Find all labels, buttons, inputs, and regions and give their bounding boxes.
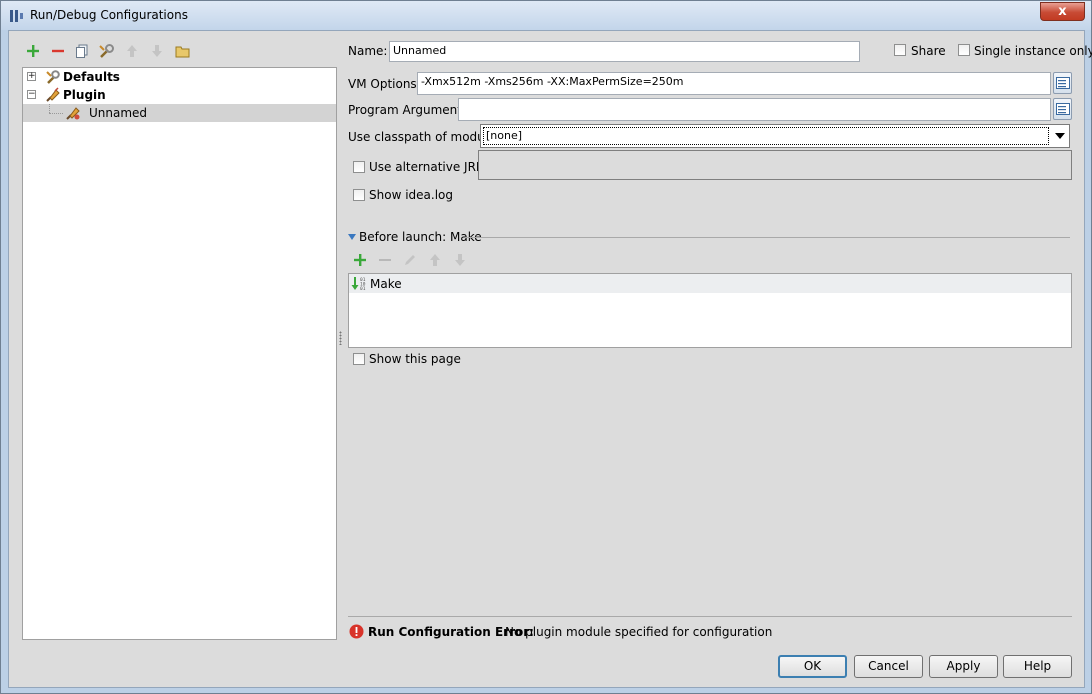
help-button[interactable]: Help	[1003, 655, 1072, 678]
make-icon: 011001	[351, 277, 366, 291]
edit-defaults-icon	[99, 44, 114, 58]
move-task-up-button[interactable]	[426, 251, 444, 269]
add-task-button[interactable]	[351, 251, 369, 269]
tree-guide-line	[49, 113, 63, 114]
expand-icon[interactable]: +	[27, 72, 36, 81]
list-item-label: Make	[370, 277, 402, 291]
remove-configuration-button[interactable]	[49, 42, 67, 60]
classpath-module-label: Use classpath of module:	[348, 130, 500, 144]
plugin-icon	[46, 87, 60, 102]
program-arguments-expand-button[interactable]	[1053, 98, 1072, 120]
error-icon	[349, 624, 364, 639]
tree-item-plugin[interactable]: − Plugin	[23, 86, 336, 104]
plugin-config-icon	[66, 107, 80, 120]
vm-options-label: VM Options:	[348, 77, 421, 91]
collapse-icon[interactable]: −	[27, 90, 36, 99]
dialog-window: Run/Debug Configurations x + Defaults − …	[0, 0, 1092, 694]
move-task-down-button[interactable]	[451, 251, 469, 269]
add-configuration-button[interactable]	[24, 42, 42, 60]
edit-defaults-button[interactable]	[98, 42, 116, 60]
tree-guide-line	[49, 104, 50, 113]
show-idea-log-label: Show idea.log	[369, 188, 453, 202]
svg-text:01: 01	[360, 286, 366, 291]
window-title: Run/Debug Configurations	[30, 8, 188, 22]
program-arguments-field[interactable]	[458, 98, 1051, 121]
remove-icon	[379, 259, 391, 261]
show-idea-log-checkbox[interactable]	[353, 189, 365, 201]
create-folder-button[interactable]	[173, 42, 191, 60]
cancel-button[interactable]: Cancel	[854, 655, 923, 678]
section-divider	[465, 237, 1070, 238]
intellij-app-icon	[9, 8, 25, 24]
tree-item-defaults[interactable]: + Defaults	[23, 68, 336, 86]
splitter-handle[interactable]	[339, 331, 342, 345]
dialog-content: + Defaults − Plugin Unnamed Name: Unname…	[8, 30, 1092, 688]
move-up-button[interactable]	[123, 42, 141, 60]
tree-item-label: Unnamed	[89, 106, 148, 120]
pencil-icon	[405, 255, 415, 265]
close-icon: x	[1058, 4, 1067, 19]
collapse-triangle-icon[interactable]	[348, 234, 356, 240]
share-checkbox[interactable]	[894, 44, 906, 56]
show-this-page-label: Show this page	[369, 352, 461, 366]
copy-configuration-button[interactable]	[73, 42, 91, 60]
expand-editor-icon	[1056, 77, 1070, 89]
move-up-icon	[127, 45, 137, 57]
error-divider	[348, 616, 1072, 617]
name-field[interactable]: Unnamed	[389, 41, 860, 62]
show-this-page-checkbox[interactable]	[353, 353, 365, 365]
list-item[interactable]: 01 10 01 Make	[349, 274, 1071, 293]
tree-item-unnamed[interactable]: Unnamed	[23, 104, 336, 122]
chevron-down-icon	[1055, 133, 1065, 139]
remove-task-button[interactable]	[376, 251, 394, 269]
edit-task-button[interactable]	[401, 251, 419, 269]
vm-options-field[interactable]: -Xmx512m -Xms256m -XX:MaxPermSize=250m	[417, 72, 1051, 95]
apply-button[interactable]: Apply	[929, 655, 998, 678]
wrench-icon	[46, 70, 60, 84]
single-instance-checkbox[interactable]	[958, 44, 970, 56]
title-bar[interactable]: Run/Debug Configurations x	[1, 1, 1091, 30]
share-label: Share	[911, 44, 946, 58]
copy-icon	[76, 44, 88, 58]
before-launch-list[interactable]: 01 10 01 Make	[348, 273, 1072, 348]
vm-options-expand-button[interactable]	[1053, 72, 1072, 94]
move-down-icon	[152, 45, 162, 57]
before-launch-header[interactable]: Before launch: Make	[359, 230, 482, 244]
configuration-tree[interactable]: + Defaults − Plugin Unnamed	[22, 67, 337, 640]
remove-icon	[52, 49, 64, 53]
alternative-jre-checkbox[interactable]	[353, 161, 365, 173]
program-arguments-label: Program Arguments:	[348, 103, 473, 117]
add-icon	[27, 45, 39, 57]
folder-icon	[175, 46, 189, 57]
move-down-button[interactable]	[148, 42, 166, 60]
single-instance-label: Single instance only	[974, 44, 1092, 58]
expand-editor-icon	[1056, 103, 1070, 115]
error-message: No plugin module specified for configura…	[505, 625, 773, 639]
name-label: Name:	[348, 44, 388, 58]
tree-item-label: Defaults	[63, 70, 120, 84]
move-up-icon	[430, 254, 440, 266]
close-button[interactable]: x	[1040, 2, 1085, 21]
add-icon	[354, 254, 366, 266]
classpath-module-value: [none]	[483, 127, 1049, 145]
alternative-jre-label: Use alternative JRE:	[369, 160, 488, 174]
ok-button[interactable]: OK	[778, 655, 847, 678]
move-down-icon	[455, 254, 465, 266]
tree-item-label: Plugin	[63, 88, 106, 102]
alternative-jre-field	[478, 150, 1072, 180]
classpath-module-select[interactable]: [none]	[480, 124, 1070, 148]
